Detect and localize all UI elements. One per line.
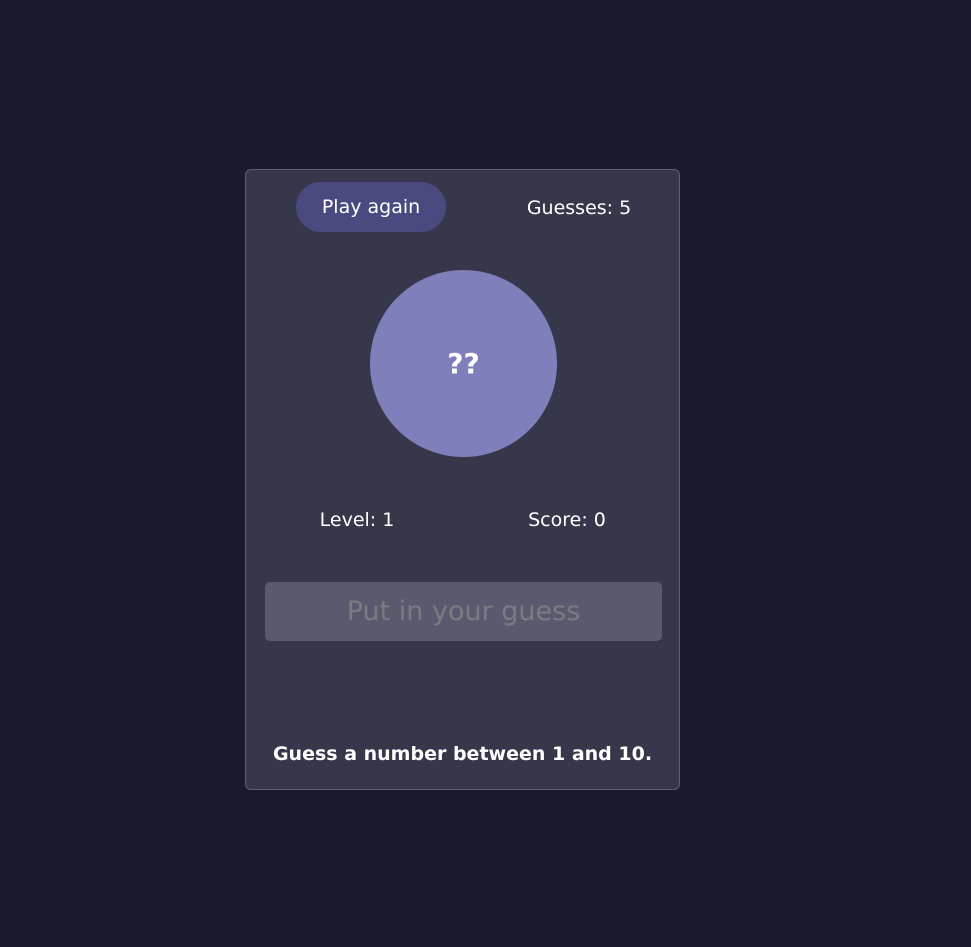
game-card: Play again Guesses: 5 ?? Level: 1 Score:… (245, 169, 680, 790)
hidden-number: ?? (447, 347, 480, 380)
number-circle: ?? (370, 270, 557, 457)
instruction-message: Guess a number between 1 and 10. (272, 743, 653, 765)
guess-input[interactable] (265, 582, 662, 641)
play-again-button[interactable]: Play again (296, 182, 446, 232)
score-label: Score: 0 (528, 509, 606, 531)
level-label: Level: 1 (319, 509, 395, 531)
guesses-counter: Guesses: 5 (526, 197, 632, 219)
